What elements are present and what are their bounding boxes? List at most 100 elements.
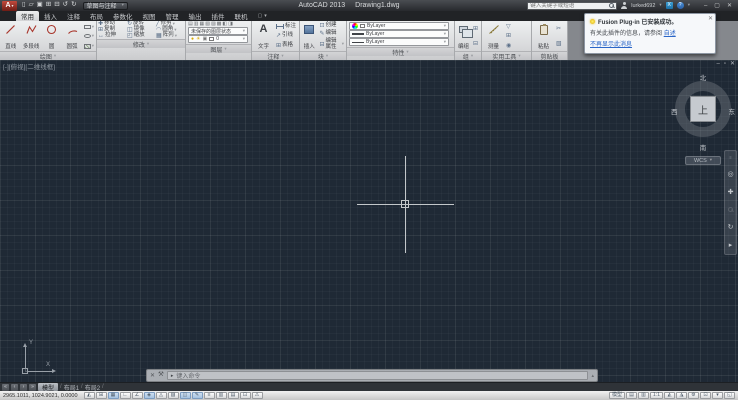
quick-calc-tool[interactable]: ⊞ (506, 33, 511, 39)
linetype-dropdown[interactable]: ByLayer ▾ (349, 38, 449, 46)
lineweight-toggle[interactable]: ≡ (204, 392, 215, 399)
zoom-icon[interactable] (727, 206, 734, 213)
wcs-dropdown[interactable]: WCS ▾ (685, 156, 721, 165)
auto-annotate-button[interactable]: ◮ (676, 392, 687, 399)
create-block-tool[interactable]: ⊡创建 (319, 23, 344, 29)
orbit-icon[interactable]: ↻ (728, 224, 734, 231)
quick-view-layouts-button[interactable]: ▤ (626, 392, 637, 399)
edit-attributes-tool[interactable]: ⊟编辑属性▾ (319, 39, 344, 50)
viewcube-east[interactable]: 东 (729, 106, 736, 116)
panel-label-utilities[interactable]: 实用工具 ▾ (482, 51, 531, 60)
last-tab-button[interactable]: » (29, 384, 36, 391)
quick-view-drawings-button[interactable]: ▥ (638, 392, 649, 399)
line-tool[interactable]: 直线 (1, 22, 20, 51)
layer-state-dropdown[interactable]: 未保存的图层状态 ▾ (188, 27, 248, 35)
ungroup-tool[interactable]: ⊞ (473, 26, 478, 32)
viewcube-top-face[interactable]: 上 (690, 96, 716, 122)
match-properties-tool[interactable]: ▧ (556, 41, 562, 47)
drawing-minimize-button[interactable]: – (716, 61, 719, 67)
snap-mode-toggle[interactable]: ⊞ (96, 392, 107, 399)
tab-parametric[interactable]: 参数化 (108, 11, 138, 21)
quick-select-tool[interactable]: ▽ (506, 24, 511, 30)
annotation-scale-button[interactable]: 1:1 (650, 392, 663, 399)
layer-dropdown[interactable]: ● ☀ ▣ 0 ▾ (188, 35, 248, 43)
dismiss-message-link[interactable]: 不再显示此消息 (590, 39, 632, 48)
chevron-down-icon[interactable]: ▾ (688, 3, 690, 8)
tab-layout[interactable]: 布局 (85, 11, 108, 21)
undo-icon[interactable]: ↺ (63, 2, 68, 9)
panel-label-annotation[interactable]: 注释 ▾ (252, 51, 299, 60)
signin-user-name[interactable]: lurked692 (631, 3, 655, 9)
readme-link[interactable]: 自述 (664, 31, 676, 37)
insert-block-tool[interactable]: 插入 (301, 22, 317, 51)
search-input[interactable] (528, 3, 608, 9)
model-space-button[interactable]: 模型 (609, 392, 625, 399)
drawing-restore-button[interactable]: ▫ (724, 61, 726, 67)
notification-close-icon[interactable]: ✕ (708, 15, 713, 22)
maximize-button[interactable]: ▢ (714, 3, 720, 9)
quick-properties-toggle[interactable]: ▤ (228, 392, 239, 399)
table-tool[interactable]: ⊞表格 (276, 43, 296, 49)
polyline-tool[interactable]: 多段线 (21, 22, 40, 51)
measure-tool[interactable]: 测量 (483, 22, 504, 51)
object-snap-tracking-toggle[interactable]: ▨ (168, 392, 179, 399)
panel-label-modify[interactable]: 修改 ▾ (97, 39, 185, 48)
dimension-tool[interactable]: 标注 (276, 24, 296, 30)
group-edit-tool[interactable]: ⊟ (473, 41, 478, 47)
3d-object-snap-toggle[interactable]: ◬ (156, 392, 167, 399)
command-input[interactable]: ▸ 键入命令 (167, 371, 589, 380)
infer-constraints-toggle[interactable]: ◭ (84, 392, 95, 399)
panel-label-groups[interactable]: 组 ▾ (455, 51, 481, 60)
panel-label-properties[interactable]: 特性 ▾ (347, 47, 454, 56)
tab-output[interactable]: 输出 (184, 11, 207, 21)
annotation-monitor-toggle[interactable]: ⚠ (252, 392, 263, 399)
tab-view[interactable]: 视图 (138, 11, 161, 21)
clean-screen-button[interactable]: ◱ (724, 392, 735, 399)
polar-tracking-toggle[interactable]: ∠ (132, 392, 143, 399)
tab-home[interactable]: 常用 (16, 11, 39, 21)
drawing-close-button[interactable]: ✕ (730, 61, 735, 67)
drawing-canvas[interactable]: [-][俯视][二维线框] – ▫ ✕ 北 西 东 南 上 WCS ▾ ≡ ◎ … (0, 60, 738, 382)
open-icon[interactable]: ▱ (29, 2, 34, 9)
tab-annotate[interactable]: 注释 (62, 11, 85, 21)
ribbon-minimize-button[interactable]: ▢ ▾ (253, 11, 272, 21)
command-line[interactable]: ✕ ⚒ ▸ 键入命令 ▴ (146, 369, 598, 382)
hatch-tool[interactable]: ▾ (84, 44, 94, 49)
tab-plugins[interactable]: 插件 (207, 11, 230, 21)
plot-icon[interactable]: ⊟ (54, 2, 59, 9)
help-icon[interactable]: ? (677, 2, 684, 9)
text-tool[interactable]: A 文字 (253, 22, 274, 51)
tab-model[interactable]: 模型 (38, 383, 58, 391)
panel-label-draw[interactable]: 绘图 ▾ (0, 51, 96, 60)
command-resize-grip-icon[interactable]: ▴ (591, 373, 594, 379)
viewcube-west[interactable]: 西 (671, 106, 678, 116)
grid-display-toggle[interactable]: ▦ (108, 392, 119, 399)
workspace-switching-button[interactable]: ⚙ (688, 392, 699, 399)
minimize-button[interactable]: – (704, 3, 707, 9)
selection-cycling-toggle[interactable]: ⊡ (240, 392, 251, 399)
new-icon[interactable]: ▯ (22, 2, 26, 9)
rectangle-tool[interactable]: ▾ (84, 25, 94, 30)
annotation-visibility-button[interactable]: ◭ (664, 392, 675, 399)
pan-icon[interactable]: ✚ (728, 189, 734, 196)
application-menu-button[interactable]: A ▾ (2, 1, 17, 11)
leader-tool[interactable]: ↗引线 (276, 33, 296, 39)
id-point-tool[interactable]: ◉ (506, 43, 511, 49)
workspace-dropdown[interactable]: 草图与注释 ▾ (83, 2, 128, 10)
tab-insert[interactable]: 插入 (39, 11, 62, 21)
first-tab-button[interactable]: « (2, 384, 9, 391)
search-icon[interactable] (608, 2, 615, 9)
dynamic-input-toggle[interactable]: ✎ (192, 392, 203, 399)
viewport-controls[interactable]: [-][俯视][二维线框] (3, 61, 55, 71)
steering-wheel-icon[interactable]: ◎ (727, 171, 733, 178)
showmotion-icon[interactable]: ▸ (729, 242, 733, 249)
edit-block-tool[interactable]: ✎编辑 (319, 31, 344, 37)
help-search-box[interactable] (527, 2, 617, 10)
object-snap-toggle[interactable]: ◈ (144, 392, 155, 399)
group-tool[interactable]: 编组 (456, 22, 471, 51)
ellipse-tool[interactable]: ▾ (84, 34, 94, 39)
command-close-icon[interactable]: ✕ (150, 373, 155, 379)
status-menu-button[interactable]: ▾ (712, 392, 723, 399)
object-color-dropdown[interactable]: ByLayer ▾ (349, 22, 449, 30)
dynamic-ucs-toggle[interactable]: ◫ (180, 392, 191, 399)
